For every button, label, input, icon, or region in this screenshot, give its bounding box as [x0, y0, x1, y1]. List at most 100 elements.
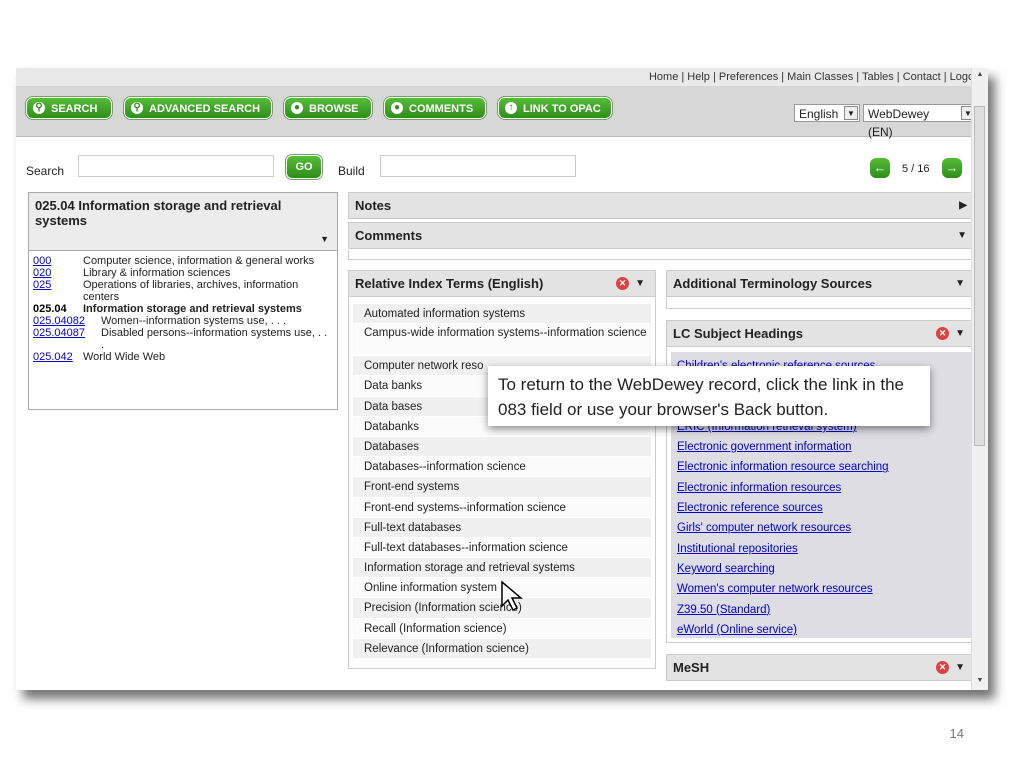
additional-terminology-header[interactable]: Additional Terminology Sources ▼ [666, 270, 976, 297]
chevron-down-icon[interactable]: ▼ [635, 271, 645, 297]
link-to-opac-button[interactable]: ↑ LINK TO OPAC [498, 97, 612, 119]
build-input[interactable] [380, 155, 576, 177]
additional-title: Additional Terminology Sources [673, 276, 873, 291]
search-input[interactable] [78, 155, 274, 177]
globe-icon: ● [291, 102, 303, 114]
hierarchy-caption: Library & information sciences [83, 267, 231, 279]
hierarchy-number[interactable]: 025.04082 [33, 315, 85, 327]
hierarchy-number[interactable]: 025.04087 [33, 327, 85, 351]
chevron-right-icon[interactable]: ▶ [959, 193, 967, 219]
hierarchy-number[interactable]: 000 [33, 255, 83, 267]
mesh-title: MeSH [673, 660, 710, 675]
relative-index-header[interactable]: Relative Index Terms (English) ✕ ▼ [348, 270, 656, 297]
mouse-pointer-icon [501, 580, 524, 612]
hierarchy-caption: Disabled persons--information systems us… [101, 327, 328, 351]
relative-term-item[interactable]: Information storage and retrieval system… [353, 558, 651, 579]
lc-heading-link[interactable]: Z39.50 (Standard) [677, 600, 971, 620]
hierarchy-number[interactable]: 025 [33, 279, 83, 303]
search-button[interactable]: ⚲ SEARCH [26, 97, 112, 119]
lc-heading-link[interactable]: Girls' computer network resources [677, 518, 971, 538]
close-icon[interactable]: ✕ [616, 277, 629, 290]
relative-term-item[interactable]: Databases [353, 436, 651, 458]
notes-panel-header[interactable]: Notes ▶ [348, 192, 978, 219]
pager-text: 5 / 16 [902, 163, 930, 175]
hierarchy-row[interactable]: 000 Computer science, information & gener… [33, 255, 331, 267]
chevron-down-icon[interactable]: ▼ [957, 223, 967, 249]
close-icon[interactable]: ✕ [936, 327, 949, 340]
chevron-down-icon[interactable]: ▼ [320, 234, 329, 244]
hierarchy-row[interactable]: 025 Operations of libraries, archives, in… [33, 279, 331, 303]
lc-heading-link[interactable]: Keyword searching [677, 559, 971, 579]
lc-heading-link[interactable]: Women's computer network resources [677, 579, 971, 599]
record-title: 025.04 Information storage and retrieval… [35, 198, 282, 228]
mesh-header[interactable]: MeSH ✕ ▼ [666, 654, 976, 681]
hierarchy-caption: Information storage and retrieval system… [83, 303, 302, 315]
relative-term-item[interactable]: Front-end systems--information science [353, 497, 651, 518]
search-button-label: SEARCH [51, 103, 98, 115]
hierarchy-number[interactable]: 025.042 [33, 351, 83, 363]
previous-arrow-icon[interactable]: ← [870, 158, 890, 178]
hierarchy-row[interactable]: 020 Library & information sciences [33, 267, 331, 279]
hierarchy-row[interactable]: 025.04 Information storage and retrieval … [33, 303, 331, 315]
hierarchy-caption: Women--information systems use, . . . [101, 315, 287, 327]
opac-label: LINK TO OPAC [523, 103, 601, 115]
vertical-scrollbar[interactable]: ▲ ▼ [971, 68, 988, 690]
relative-term-item[interactable]: Databases--information science [353, 457, 651, 478]
chevron-down-icon[interactable]: ▼ [955, 655, 965, 681]
hierarchy-number[interactable]: 020 [33, 267, 83, 279]
advanced-search-label: ADVANCED SEARCH [149, 103, 261, 115]
slide-number: 14 [949, 726, 964, 741]
hierarchy-row[interactable]: 025.04082 Women--information systems use,… [33, 315, 331, 327]
chevron-down-icon[interactable]: ▼ [955, 271, 965, 297]
hierarchy-caption: World Wide Web [83, 351, 166, 363]
hierarchy-number: 025.04 [33, 303, 67, 315]
hierarchy-row[interactable]: 025.04087 Disabled persons--information s… [33, 327, 331, 351]
comments-button[interactable]: ● COMMENTS [384, 97, 486, 119]
lc-heading-link[interactable]: Electronic information resource searchin… [677, 457, 971, 477]
lc-heading-link[interactable]: Institutional repositories [677, 539, 971, 559]
browse-button[interactable]: ● BROWSE [284, 97, 372, 119]
record-header: 025.04 Information storage and retrieval… [29, 193, 337, 251]
relative-term-item[interactable]: Campus-wide information systems--informa… [353, 324, 651, 357]
go-button[interactable]: GO [286, 155, 322, 179]
callout-text: To return to the WebDewey record, click … [488, 366, 930, 426]
browse-label: BROWSE [309, 103, 359, 115]
lc-heading-link[interactable]: Electronic reference sources [677, 498, 971, 518]
relative-index-title: Relative Index Terms (English) [355, 276, 544, 291]
top-links-text[interactable]: Home | Help | Preferences | Main Classes… [649, 71, 988, 83]
lc-heading-link[interactable]: Electronic information resources [677, 478, 971, 498]
relative-term-item[interactable]: Full-text databases [353, 517, 651, 538]
hierarchy-row[interactable]: 025.042 World Wide Web [33, 351, 331, 363]
edition-select[interactable]: WebDewey (EN) ▼ [863, 104, 977, 139]
scroll-down-icon[interactable]: ▼ [972, 674, 988, 688]
relative-term-item[interactable]: Relevance (Information science) [353, 638, 651, 659]
language-select[interactable]: English ▼ [794, 104, 860, 122]
scroll-up-icon[interactable]: ▲ [972, 68, 988, 82]
hierarchy-caption: Computer science, information & general … [83, 255, 315, 267]
top-links[interactable]: Home | Help | Preferences | Main Classes… [16, 68, 988, 86]
relative-term-item[interactable]: Front-end systems [353, 477, 651, 498]
comment-icon: ● [391, 102, 403, 114]
next-arrow-icon[interactable]: → [942, 158, 962, 178]
comments-panel-header[interactable]: Comments ▼ [348, 222, 978, 249]
lc-subject-headings-header[interactable]: LC Subject Headings ✕ ▼ [666, 320, 976, 347]
toolbar: ⚲ SEARCH ⚲ ADVANCED SEARCH ● BROWSE ● COMMEN… [16, 86, 988, 139]
arrow-up-icon: ↑ [505, 102, 517, 114]
lc-heading-link[interactable]: Electronic government information [677, 437, 971, 457]
comments-title: Comments [355, 228, 423, 243]
advanced-search-button[interactable]: ⚲ ADVANCED SEARCH [124, 97, 272, 119]
build-label: Build [338, 164, 365, 178]
chevron-down-icon[interactable]: ▼ [955, 321, 965, 347]
relative-term-item[interactable]: Recall (Information science) [353, 618, 651, 639]
relative-term-item[interactable]: Full-text databases--information science [353, 537, 651, 559]
additional-body [666, 297, 976, 309]
lc-heading-link[interactable]: eWorld (Online service) [677, 620, 971, 640]
record-box: 025.04 Information storage and retrieval… [28, 192, 338, 410]
close-icon[interactable]: ✕ [936, 661, 949, 674]
search-label: Search [26, 164, 65, 178]
scroll-thumb[interactable] [974, 106, 985, 446]
hierarchy-list: 000 Computer science, information & gener… [29, 251, 337, 363]
chevron-down-icon: ▼ [844, 106, 858, 120]
relative-term-item[interactable]: Automated information systems [353, 304, 651, 325]
hierarchy-caption: Operations of libraries, archives, infor… [83, 279, 299, 303]
